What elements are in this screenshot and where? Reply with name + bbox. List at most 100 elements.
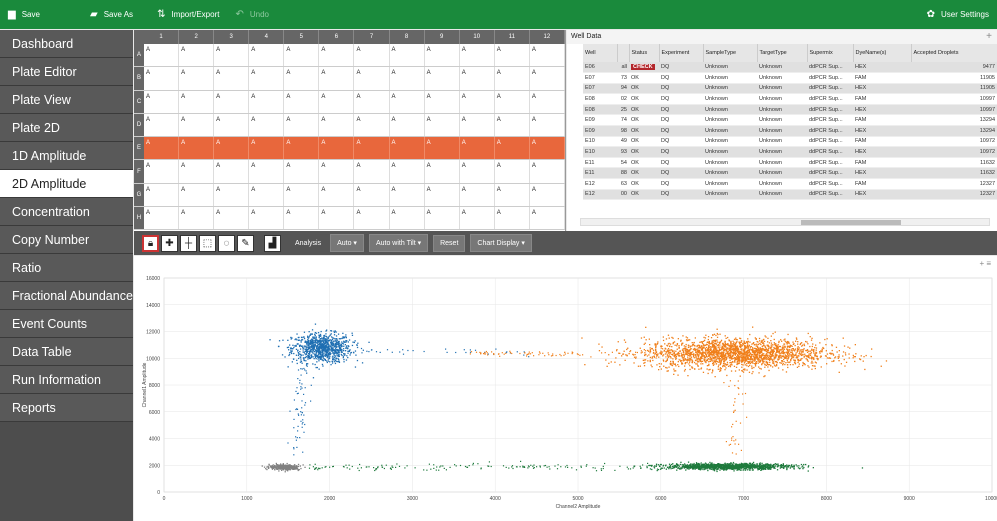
crosshair-tool-icon[interactable]: ✚ bbox=[161, 234, 178, 252]
column-header[interactable]: Accepted Droplets bbox=[911, 44, 997, 62]
save-as-button[interactable]: ▰ Save As bbox=[82, 0, 141, 29]
plate-column-label[interactable]: 8 bbox=[390, 30, 425, 44]
table-row[interactable]: E10 49 OK DQ Unknown Unknown ddPCR Sup... FAM 10… bbox=[583, 136, 997, 148]
plate-well[interactable]: A bbox=[425, 207, 460, 230]
plate-well[interactable]: A bbox=[390, 113, 425, 137]
plate-well[interactable]: A bbox=[214, 207, 250, 230]
plate-well[interactable]: A bbox=[144, 160, 180, 183]
undo-button[interactable]: ↶ Undo bbox=[227, 0, 277, 29]
chart-display-button[interactable]: Chart Display ▾ bbox=[470, 234, 532, 252]
plate-well[interactable]: A bbox=[249, 207, 285, 230]
plate-well[interactable]: A bbox=[214, 137, 250, 160]
column-header[interactable] bbox=[617, 44, 630, 62]
plate-well[interactable]: A bbox=[319, 160, 355, 183]
quadrant-tool-icon[interactable]: ┼ bbox=[180, 234, 197, 252]
plate-well[interactable]: A bbox=[530, 183, 565, 207]
plate-well[interactable]: A bbox=[425, 160, 460, 183]
plate-column-label[interactable]: 12 bbox=[530, 30, 565, 44]
plate-well[interactable]: A bbox=[249, 113, 285, 137]
plate-well[interactable]: A bbox=[530, 207, 565, 230]
reset-button[interactable]: Reset bbox=[433, 234, 466, 252]
table-row[interactable]: E11 88 OK DQ Unknown Unknown ddPCR Sup... HEX 11… bbox=[583, 167, 997, 180]
plate-well[interactable]: A bbox=[354, 207, 390, 230]
plate-well[interactable]: A bbox=[249, 160, 285, 183]
table-row[interactable]: E09 98 OK DQ Unknown Unknown ddPCR Sup... HEX 13… bbox=[583, 125, 997, 137]
plate-well[interactable]: A bbox=[390, 160, 425, 183]
column-header[interactable]: Well bbox=[583, 44, 618, 62]
expand-icon[interactable]: + bbox=[986, 31, 992, 42]
sidebar-item-plate-2d[interactable]: Plate 2D bbox=[0, 114, 133, 142]
plate-well[interactable]: A bbox=[179, 183, 215, 207]
plate-well[interactable]: A bbox=[460, 183, 495, 207]
plate-well[interactable]: A bbox=[214, 183, 250, 207]
plate-well[interactable]: A bbox=[390, 90, 425, 113]
plate-well[interactable]: A bbox=[319, 207, 355, 230]
plate-well[interactable]: A bbox=[144, 183, 180, 207]
plate-well[interactable]: A bbox=[179, 67, 215, 90]
table-row[interactable]: E08 25 OK DQ Unknown Unknown ddPCR Sup... HEX 10… bbox=[583, 104, 997, 116]
plate-well[interactable]: A bbox=[425, 113, 460, 137]
plate-well[interactable]: A bbox=[179, 90, 215, 113]
plate-well[interactable]: A bbox=[460, 67, 495, 90]
plate-well[interactable]: A bbox=[354, 113, 390, 137]
plate-well[interactable]: A bbox=[530, 44, 565, 67]
save-button[interactable]: ▆ Save bbox=[0, 0, 62, 29]
plate-row-label[interactable]: G bbox=[134, 183, 144, 207]
sidebar-item-reports[interactable]: Reports bbox=[0, 394, 133, 422]
ellipse-tool-icon[interactable]: ◌ bbox=[218, 234, 235, 252]
plate-well[interactable]: A bbox=[284, 183, 320, 207]
plate-column-label[interactable]: 9 bbox=[425, 30, 460, 44]
lasso-tool-icon[interactable]: ✎ bbox=[237, 234, 254, 252]
rectangle-tool-icon[interactable]: ⬚ bbox=[199, 234, 216, 252]
plate-well[interactable]: A bbox=[284, 113, 320, 137]
eraser-tool-icon[interactable]: ▟ bbox=[264, 234, 281, 252]
plate-well[interactable]: A bbox=[530, 90, 565, 113]
plate-well[interactable]: A bbox=[354, 44, 390, 67]
plate-well[interactable]: A bbox=[214, 44, 250, 67]
plate-well[interactable]: A bbox=[249, 137, 285, 160]
table-row[interactable]: E07 73 OK DQ Unknown Unknown ddPCR Sup... FAM 11… bbox=[583, 72, 997, 84]
column-header[interactable]: Supermix bbox=[807, 44, 854, 62]
table-row[interactable]: E06 all CHECK DQ Unknown Unknown ddPCR Sup... H… bbox=[583, 62, 997, 74]
plate-well[interactable]: A bbox=[495, 113, 530, 137]
auto-with-tilt-button[interactable]: Auto with Tilt ▾ bbox=[368, 234, 429, 252]
sidebar-item-1d-amplitude[interactable]: 1D Amplitude bbox=[0, 142, 133, 170]
sidebar-item-fractional-abundance[interactable]: Fractional Abundance bbox=[0, 282, 133, 310]
plate-well[interactable]: A bbox=[425, 183, 460, 207]
plate-well[interactable]: A bbox=[144, 113, 180, 137]
plate-well[interactable]: A bbox=[459, 137, 495, 160]
plate-well[interactable]: A bbox=[319, 90, 355, 113]
plate-well[interactable]: A bbox=[179, 44, 215, 67]
plate-well[interactable]: A bbox=[144, 207, 180, 230]
plate-well[interactable]: A bbox=[284, 160, 320, 183]
plate-well[interactable]: A bbox=[179, 113, 215, 137]
plate-well[interactable]: A bbox=[284, 44, 320, 67]
plate-well[interactable]: A bbox=[460, 113, 495, 137]
plate-well[interactable]: A bbox=[319, 113, 355, 137]
plate-column-label[interactable]: 10 bbox=[460, 30, 495, 44]
plate-well[interactable]: A bbox=[144, 67, 180, 90]
plate-column-label[interactable]: 5 bbox=[284, 30, 320, 44]
plate-column-label[interactable]: 7 bbox=[354, 30, 390, 44]
plate-well[interactable]: A bbox=[144, 90, 180, 113]
plate-well[interactable]: A bbox=[144, 44, 180, 67]
plate-well[interactable]: A bbox=[249, 67, 285, 90]
import-export-button[interactable]: ⇅ Import/Export bbox=[149, 0, 227, 29]
auto-button[interactable]: Auto ▾ bbox=[330, 234, 364, 252]
horizontal-scrollbar[interactable] bbox=[580, 218, 990, 226]
plate-well[interactable]: A bbox=[284, 207, 320, 230]
plate-row-label[interactable]: B bbox=[134, 67, 144, 90]
sidebar-item-data-table[interactable]: Data Table bbox=[0, 338, 133, 366]
sidebar-item-event-counts[interactable]: Event Counts bbox=[0, 310, 133, 338]
plate-well[interactable]: A bbox=[495, 183, 530, 207]
plate-well[interactable]: A bbox=[530, 113, 565, 137]
scatter-plot[interactable]: 0 1000 2000 3000 4000 5000 6000 7000 8000 9000 100… bbox=[134, 256, 997, 521]
plate-well[interactable]: A bbox=[495, 67, 530, 90]
plate-well[interactable]: A bbox=[214, 113, 250, 137]
plate-well[interactable]: A bbox=[425, 90, 460, 113]
scrollbar-thumb[interactable] bbox=[801, 220, 901, 225]
column-header[interactable]: SampleType bbox=[703, 44, 758, 62]
plate-row-label[interactable]: C bbox=[134, 90, 144, 113]
sidebar-item-concentration[interactable]: Concentration bbox=[0, 198, 133, 226]
plate-well[interactable]: A bbox=[425, 67, 460, 90]
